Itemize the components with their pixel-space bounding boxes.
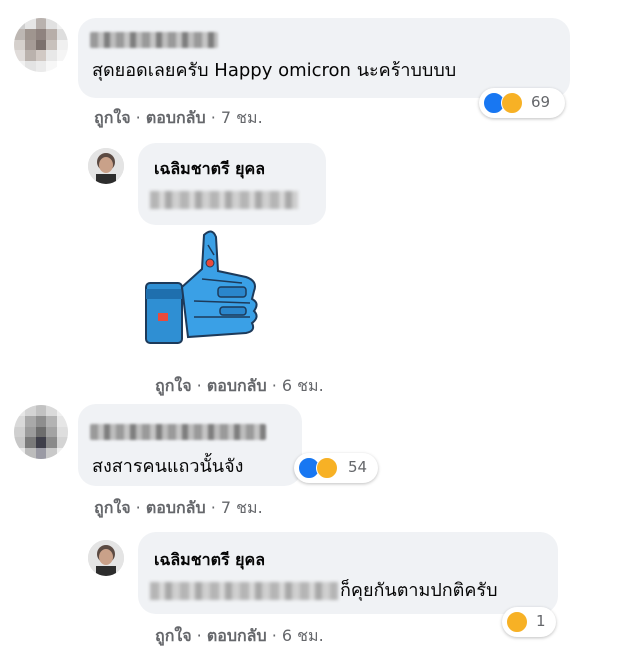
reply-text-blurred [150, 582, 338, 600]
reply-text: ก็คุยกันตามปกติครับ [340, 580, 498, 601]
author-name-blurred[interactable] [90, 32, 218, 48]
robot-thumbs-up-sticker[interactable] [142, 225, 268, 353]
reply-bubble: เฉลิมชาตรี ยุคล [138, 143, 326, 225]
comment-text: สงสารคนแถวนั้นจัง [92, 456, 244, 477]
reply-link[interactable]: ตอบกลับ [207, 376, 267, 395]
reply-actions: ถูกใจ · ตอบกลับ · 6 ชม. [155, 626, 324, 645]
reaction-summary[interactable]: 69 [479, 88, 565, 118]
timestamp[interactable]: 7 ชม. [221, 498, 263, 517]
avatar[interactable] [88, 540, 124, 576]
like-link[interactable]: ถูกใจ [94, 498, 131, 517]
author-name[interactable]: เฉลิมชาตรี ยุคล [154, 548, 265, 573]
author-name[interactable]: เฉลิมชาตรี ยุคล [154, 157, 265, 182]
like-link[interactable]: ถูกใจ [155, 626, 192, 645]
comment-text: สุดยอดเลยครับ Happy omicron นะคร้าบบบบ [92, 60, 457, 81]
reply-link[interactable]: ตอบกลับ [146, 498, 206, 517]
author-name-blurred[interactable] [90, 424, 266, 440]
reply-bubble: เฉลิมชาตรี ยุคล ก็คุยกันตามปกติครับ [138, 532, 558, 614]
like-link[interactable]: ถูกใจ [94, 108, 131, 127]
reaction-summary[interactable]: 1 [502, 607, 556, 637]
avatar[interactable] [14, 405, 68, 459]
timestamp[interactable]: 6 ชม. [282, 376, 324, 395]
haha-icon [316, 457, 338, 479]
like-link[interactable]: ถูกใจ [155, 376, 192, 395]
reaction-count: 54 [348, 458, 368, 476]
avatar[interactable] [88, 148, 124, 184]
timestamp[interactable]: 7 ชม. [221, 108, 263, 127]
reply-actions: ถูกใจ · ตอบกลับ · 6 ชม. [155, 376, 324, 395]
haha-icon [501, 92, 523, 114]
comment-bubble: สงสารคนแถวนั้นจัง [78, 404, 302, 486]
comment-actions: ถูกใจ · ตอบกลับ · 7 ชม. [94, 108, 263, 127]
avatar[interactable] [14, 18, 68, 72]
haha-icon [506, 611, 528, 633]
reply-link[interactable]: ตอบกลับ [207, 626, 267, 645]
comment-actions: ถูกใจ · ตอบกลับ · 7 ชม. [94, 498, 263, 517]
reaction-count: 1 [536, 612, 546, 630]
reaction-summary[interactable]: 54 [294, 453, 378, 483]
comment-bubble: สุดยอดเลยครับ Happy omicron นะคร้าบบบบ [78, 18, 570, 98]
timestamp[interactable]: 6 ชม. [282, 626, 324, 645]
reaction-count: 69 [531, 93, 551, 111]
reply-text-blurred [150, 191, 298, 209]
reply-link[interactable]: ตอบกลับ [146, 108, 206, 127]
